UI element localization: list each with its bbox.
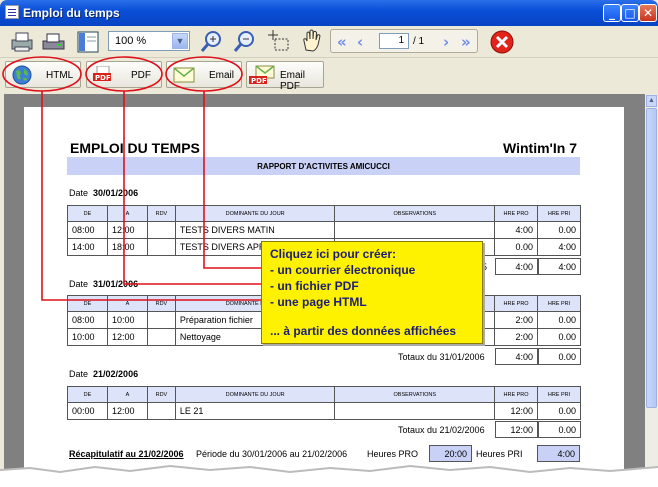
export-toolbar: HTML PDF PDF Email PDF Email PDF (0, 58, 658, 92)
recap-period: Période du 30/01/2006 au 21/02/2006 (196, 449, 348, 459)
first-page-icon[interactable]: « (337, 33, 347, 51)
previous-page-icon[interactable]: ‹ (357, 33, 363, 51)
svg-text:PDF: PDF (95, 74, 111, 82)
title-bar[interactable]: Emploi du temps _ □ ✕ (0, 0, 658, 26)
recap-pri-label: Heures PRI (476, 449, 523, 459)
svg-text:PDF: PDF (251, 77, 267, 85)
date-label: Date 30/01/2006 (69, 188, 139, 198)
globe-icon (12, 65, 32, 85)
report-brand: Wintim'In 7 (503, 140, 577, 156)
date-label: Date 31/01/2006 (69, 279, 139, 289)
maximize-button[interactable]: □ (621, 4, 639, 22)
export-pdf-button[interactable]: PDF PDF (86, 61, 162, 88)
zoom-value: 100 % (115, 35, 147, 47)
torn-edge (0, 464, 658, 487)
print-icon[interactable] (9, 29, 35, 55)
document-icon (5, 5, 19, 19)
last-page-icon[interactable]: » (461, 33, 471, 51)
callout-line: - une page HTML (270, 295, 367, 309)
minimize-button[interactable]: _ (603, 4, 621, 22)
page-number-input[interactable]: 1 (379, 33, 409, 49)
day-total-pri: 0.00 (538, 348, 581, 365)
scrollbar-thumb[interactable] (646, 108, 657, 408)
main-toolbar: 100 % ▼ « ‹ 1 / 1 › » (0, 26, 658, 58)
day-table: DEARDVDOMINANTE DU JOUROBSERVATIONSHRE P… (67, 386, 581, 420)
callout-line: - un courrier électronique (270, 263, 416, 277)
select-area-icon[interactable] (266, 29, 292, 55)
hand-pan-icon[interactable] (299, 28, 325, 54)
day-total-pro: 4:00 (495, 348, 538, 365)
export-email-button[interactable]: Email (166, 61, 242, 88)
export-email-pdf-label: Email PDF (280, 70, 306, 92)
day-total-pri: 0.00 (538, 421, 581, 438)
zoom-out-icon[interactable] (232, 29, 258, 55)
date-label: Date 21/02/2006 (69, 369, 139, 379)
page-layout-icon[interactable] (75, 29, 101, 55)
email-pdf-icon: PDF (249, 65, 275, 85)
next-page-icon[interactable]: › (443, 33, 449, 51)
scroll-up-icon[interactable]: ▲ (646, 95, 657, 107)
page-navigator: « ‹ 1 / 1 › » (330, 29, 478, 53)
pdf-icon: PDF (93, 66, 111, 82)
page-total: / 1 (413, 36, 425, 47)
callout-line: ... à partir des données affichées (270, 324, 457, 338)
envelope-icon (173, 67, 195, 83)
day-total-pri: 4:00 (538, 258, 581, 275)
print-setup-icon[interactable] (41, 29, 67, 55)
table-row: 08:00 12:00 TESTS DIVERS MATIN 4:00 0.00 (67, 221, 581, 239)
recap-pro-value: 20:00 (429, 445, 472, 462)
help-callout: Cliquez ici pour créer: - un courrier él… (261, 241, 483, 344)
recap-pri-value: 4:00 (537, 445, 580, 462)
day-total-label: Totaux du 21/02/2006 (398, 425, 485, 435)
window-title: Emploi du temps (23, 6, 120, 20)
table-row: 00:00 12:00 LE 21 12:00 0.00 (67, 402, 581, 420)
table-header-row: DEARDVDOMINANTE DU JOUROBSERVATIONSHRE P… (67, 205, 581, 222)
zoom-select[interactable]: 100 % ▼ (108, 31, 190, 51)
close-button[interactable]: ✕ (639, 4, 657, 22)
zoom-in-icon[interactable] (199, 29, 225, 55)
export-html-label: HTML (46, 70, 74, 81)
report-title: EMPLOI DU TEMPS (70, 140, 200, 156)
report-subtitle: RAPPORT D'ACTIVITES AMICUCCI (67, 157, 580, 175)
vertical-scrollbar[interactable]: ▲ (645, 94, 658, 487)
recap-pro-label: Heures PRO (367, 449, 419, 459)
table-header-row: DEARDVDOMINANTE DU JOUROBSERVATIONSHRE P… (67, 386, 581, 403)
chevron-down-icon[interactable]: ▼ (172, 33, 188, 49)
day-total-pro: 4:00 (495, 258, 538, 275)
close-report-icon[interactable] (489, 29, 515, 55)
export-email-label: Email (209, 70, 235, 81)
day-total-label: Totaux du 31/01/2006 (398, 352, 485, 362)
recap-label: Récapitulatif au 21/02/2006 (69, 449, 184, 459)
callout-line: - un fichier PDF (270, 279, 359, 293)
export-html-button[interactable]: HTML (5, 61, 81, 88)
callout-line: Cliquez ici pour créer: (270, 247, 397, 261)
day-total-pro: 12:00 (495, 421, 538, 438)
export-email-pdf-button[interactable]: PDF Email PDF (246, 61, 324, 92)
export-pdf-label: PDF (131, 70, 151, 81)
